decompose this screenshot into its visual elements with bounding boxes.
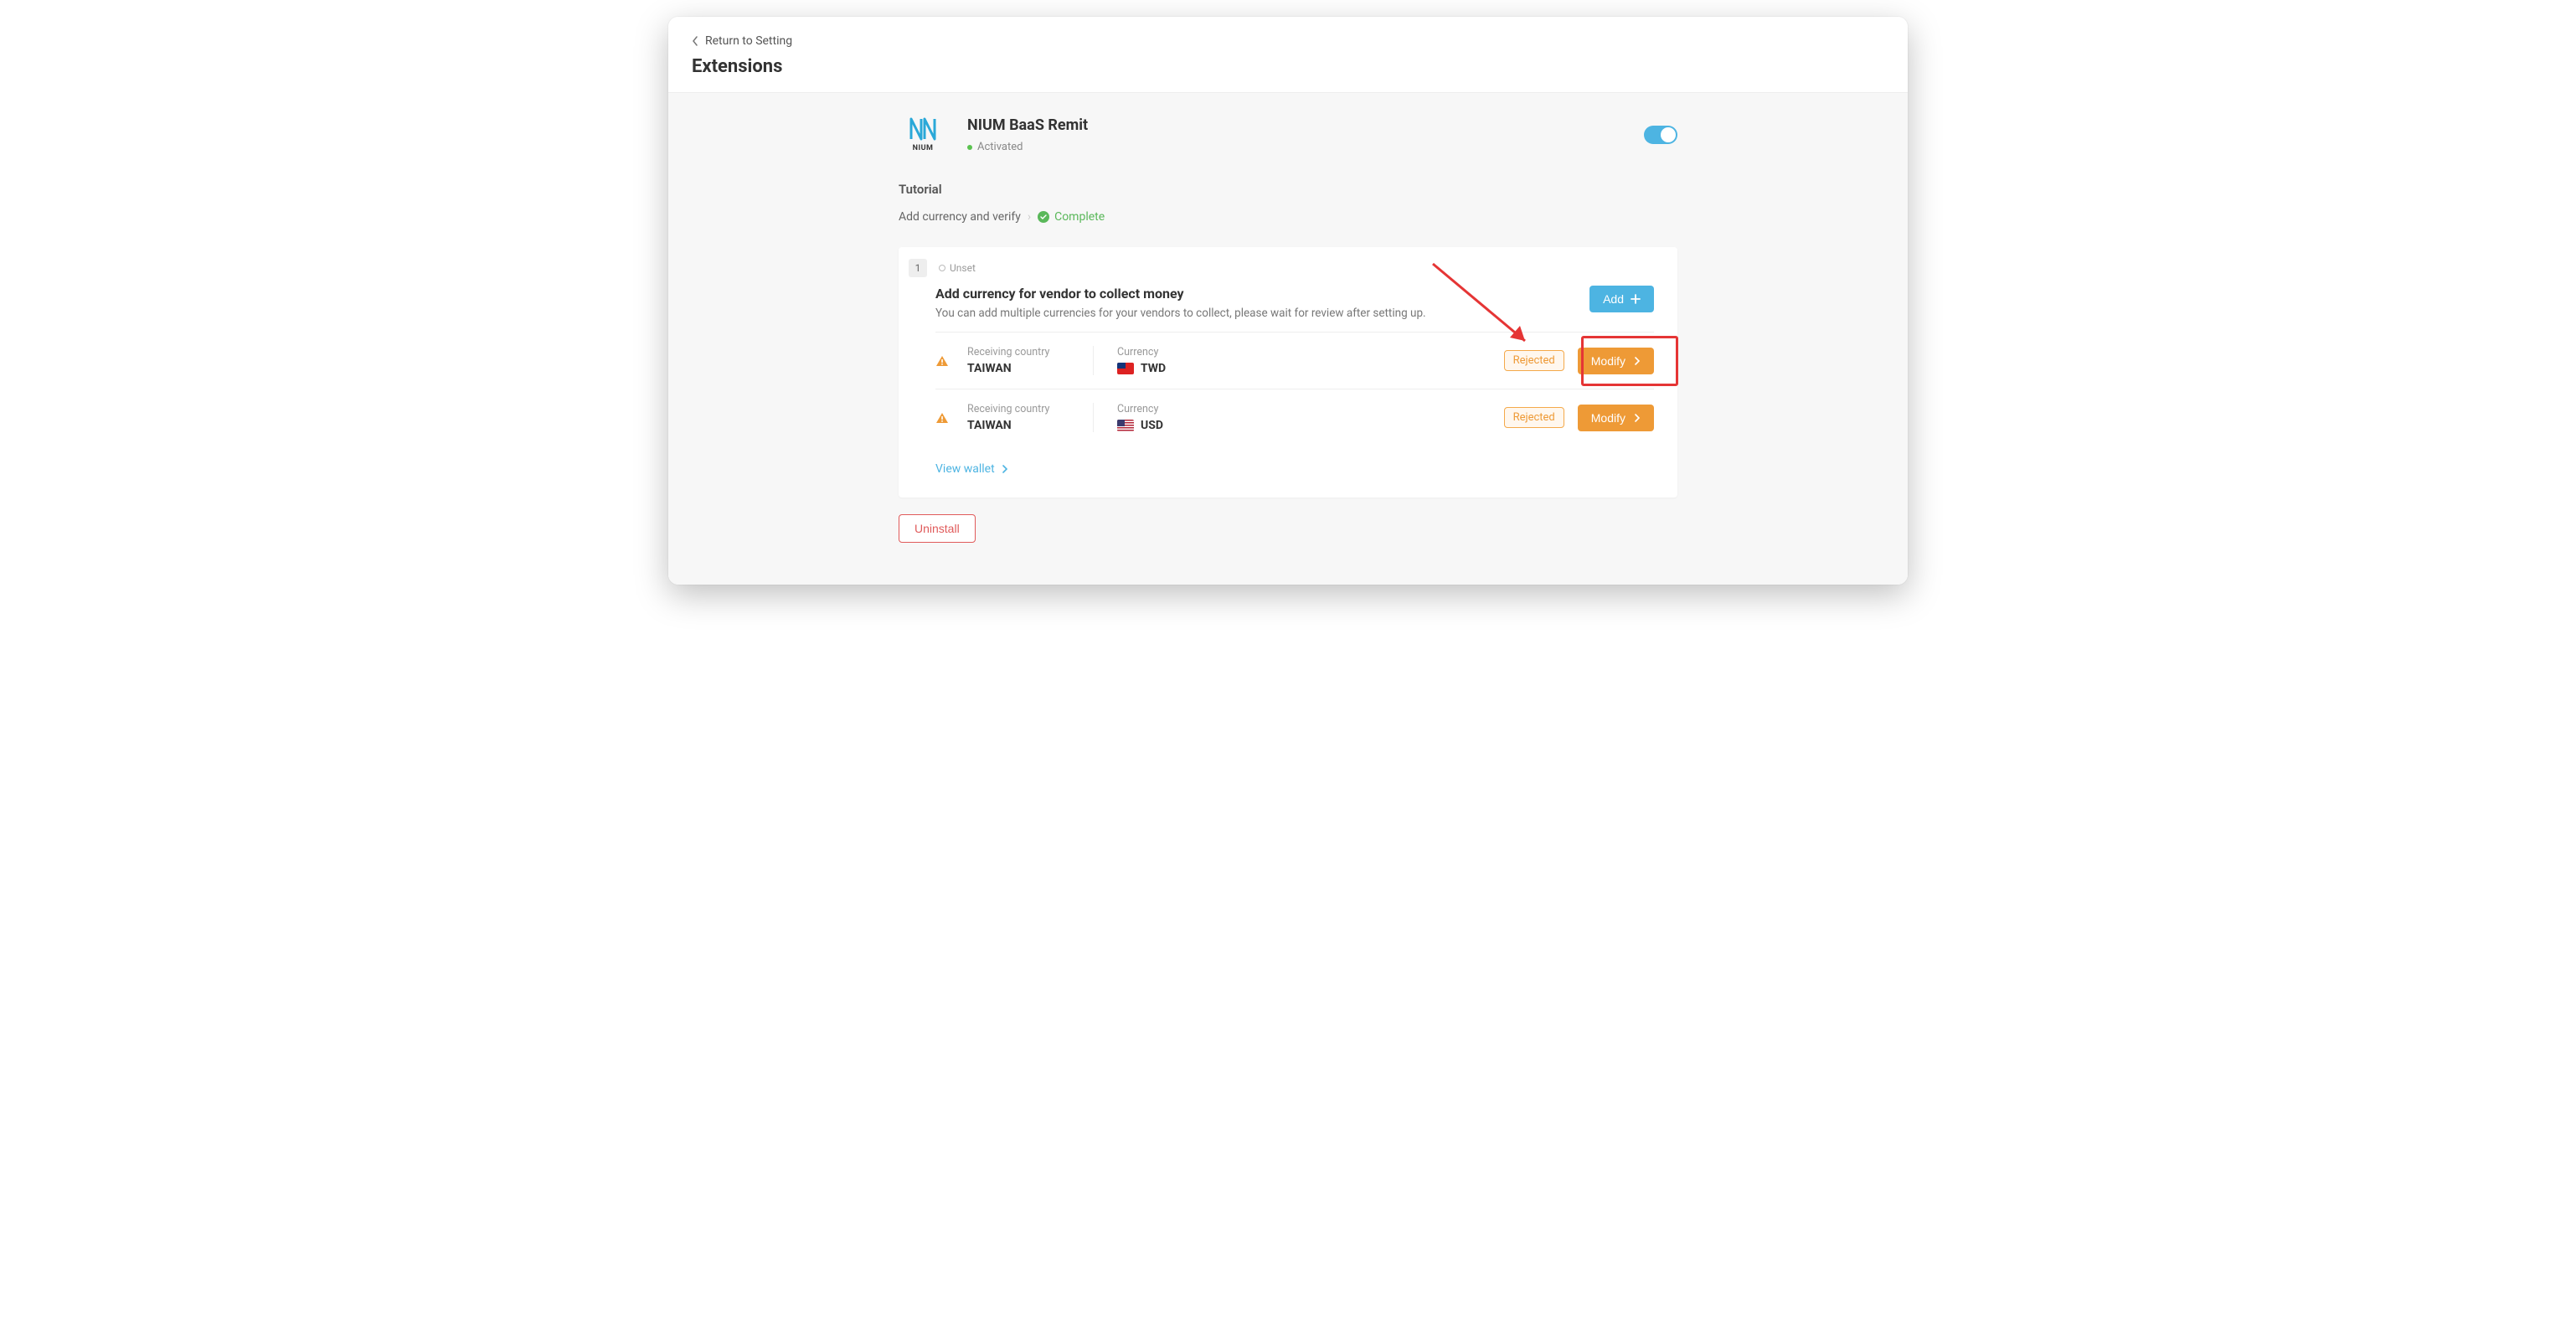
extension-header: NIUM NIUM BaaS Remit Activated	[899, 93, 1677, 175]
step-card: 1 Unset Add currency for vendor to colle…	[899, 247, 1677, 498]
uninstall-button[interactable]: Uninstall	[899, 514, 976, 543]
status-badge: Rejected	[1504, 407, 1564, 428]
breadcrumb: Add currency and verify › Complete	[899, 210, 1677, 224]
card-description: You can add multiple currencies for your…	[935, 307, 1426, 320]
currency-value: USD	[1117, 419, 1471, 432]
modify-button[interactable]: Modify	[1578, 348, 1654, 374]
return-label: Return to Setting	[705, 34, 792, 48]
currency-label: Currency	[1117, 403, 1471, 415]
flag-usa-icon	[1117, 420, 1134, 431]
modify-button[interactable]: Modify	[1578, 405, 1654, 431]
extension-status: Activated	[967, 141, 1088, 153]
currency-row: Receiving country TAIWAN Currency TWD Re…	[935, 332, 1654, 389]
currency-row: Receiving country TAIWAN Currency USD Re…	[935, 389, 1654, 446]
window: Return to Setting Extensions NIUM NIUM B…	[668, 17, 1908, 585]
extension-name: NIUM BaaS Remit	[967, 116, 1088, 134]
footer-section: Uninstall	[899, 514, 1677, 543]
chevron-right-icon	[1002, 465, 1008, 473]
add-button[interactable]: Add	[1589, 286, 1654, 312]
view-wallet-link[interactable]: View wallet	[935, 462, 1008, 476]
status-label: Activated	[977, 141, 1023, 153]
card-title: Add currency for vendor to collect money	[935, 286, 1426, 302]
tutorial-label: Tutorial	[899, 175, 1677, 210]
check-circle-icon	[1038, 211, 1049, 223]
breadcrumb-step: Add currency and verify	[899, 210, 1021, 224]
logo-text: NIUM	[913, 144, 934, 152]
tutorial-section: Tutorial Add currency and verify › Compl…	[899, 175, 1677, 498]
header: Return to Setting Extensions	[668, 17, 1908, 93]
country-value: TAIWAN	[967, 419, 1059, 432]
activation-toggle[interactable]	[1644, 126, 1677, 144]
plus-icon	[1631, 294, 1641, 304]
extension-logo: NIUM	[899, 117, 947, 152]
breadcrumb-complete: Complete	[1038, 210, 1105, 224]
nium-logo-icon	[909, 117, 937, 141]
chevron-right-icon	[1634, 414, 1641, 422]
status-dot-icon	[967, 145, 972, 150]
content: NIUM NIUM BaaS Remit Activated Tutorial …	[668, 93, 1908, 585]
warning-icon	[935, 355, 949, 367]
status-badge: Rejected	[1504, 350, 1564, 371]
flag-taiwan-icon	[1117, 363, 1134, 374]
unset-ring-icon	[939, 265, 945, 271]
country-value: TAIWAN	[967, 362, 1059, 375]
step-number: 1	[909, 259, 927, 277]
page-title: Extensions	[692, 56, 1884, 77]
country-label: Receiving country	[967, 346, 1059, 358]
currency-label: Currency	[1117, 346, 1471, 358]
chevron-right-icon	[1634, 357, 1641, 365]
country-label: Receiving country	[967, 403, 1059, 415]
chevron-left-icon	[692, 36, 698, 46]
chevron-right-icon: ›	[1028, 210, 1031, 224]
warning-icon	[935, 412, 949, 424]
step-status: Unset	[939, 262, 976, 274]
currency-value: TWD	[1117, 362, 1471, 375]
return-link[interactable]: Return to Setting	[692, 34, 792, 48]
